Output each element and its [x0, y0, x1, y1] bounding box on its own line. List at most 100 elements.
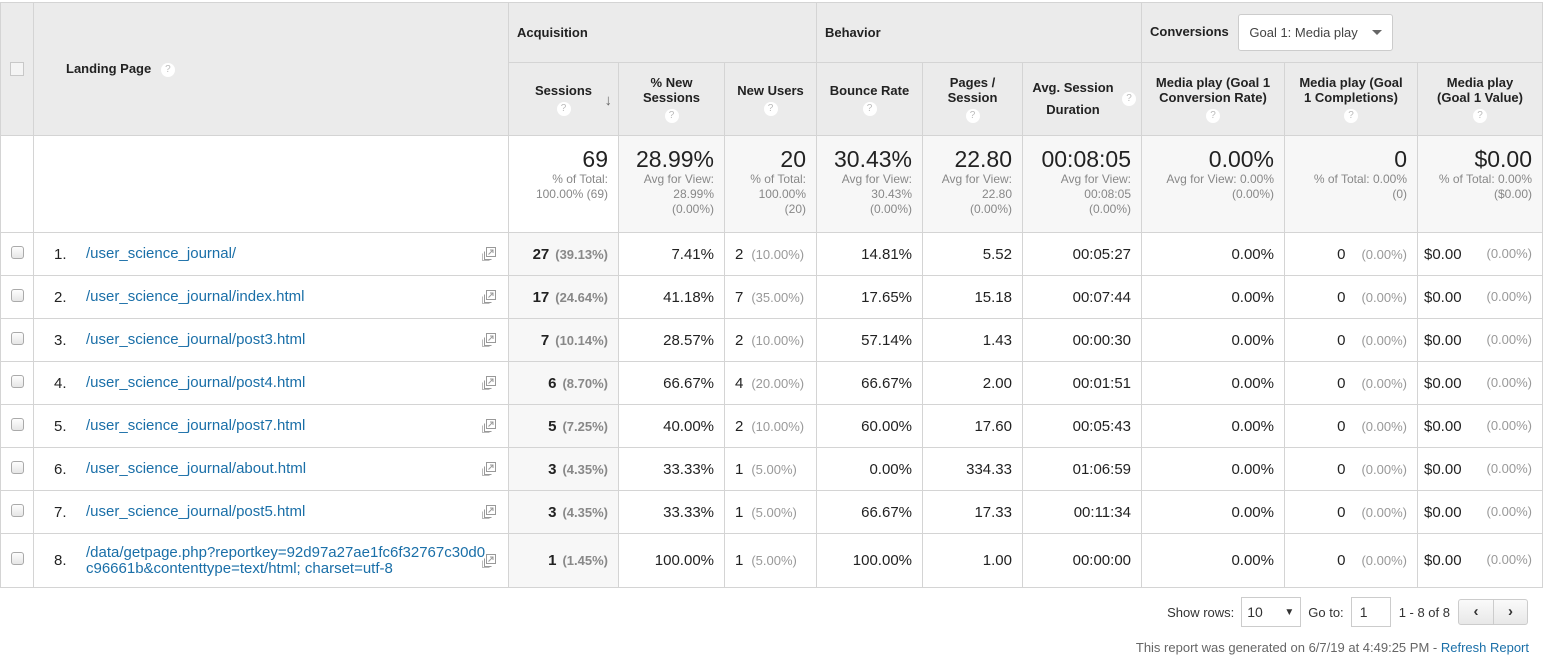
row-index: 4. — [54, 374, 67, 392]
new-users-value: 4 — [735, 374, 744, 392]
landing-page-link[interactable]: /user_science_journal/post5.html — [86, 504, 305, 520]
total-sub: Avg for View: 30.43% (0.00%) — [841, 172, 912, 216]
new-users-cell: 4 (20.00%) — [724, 361, 817, 405]
col-pct-new-sessions[interactable]: % New Sessions? — [618, 62, 725, 136]
help-icon[interactable]: ? — [1473, 109, 1487, 123]
col-sessions[interactable]: Sessions? ↓ — [508, 62, 619, 136]
col-new-users[interactable]: New Users? — [724, 62, 817, 136]
totals-label-cell — [33, 135, 509, 233]
row-select-cell[interactable] — [0, 318, 34, 362]
help-icon[interactable]: ? — [556, 101, 571, 116]
landing-page-link[interactable]: /user_science_journal/index.html — [86, 289, 304, 305]
sessions-pct: (1.45%) — [562, 553, 608, 568]
new-users-value: 2 — [735, 331, 744, 349]
help-icon[interactable]: ? — [862, 101, 877, 116]
new-users-pct: (10.00%) — [751, 418, 805, 434]
open-external-icon[interactable] — [482, 376, 496, 390]
landing-page-link[interactable]: /user_science_journal/post4.html — [86, 375, 305, 391]
pages-session-cell: 1.00 — [922, 533, 1023, 588]
row-checkbox[interactable] — [10, 288, 24, 302]
total-sessions: 69% of Total: 100.00% (69) — [508, 135, 619, 233]
pages-session-cell: 2.00 — [922, 361, 1023, 405]
total-sub: % of Total: 0.00% ($0.00) — [1438, 172, 1533, 201]
row-checkbox[interactable] — [10, 417, 24, 431]
completions-pct: (0.00%) — [1361, 553, 1407, 568]
help-icon[interactable]: ? — [965, 109, 980, 123]
total-value: 28.99% — [635, 146, 714, 172]
open-external-icon[interactable] — [482, 462, 496, 476]
landing-page-link[interactable]: /user_science_journal/about.html — [86, 461, 306, 477]
row-index: 1. — [54, 245, 67, 263]
help-icon[interactable]: ? — [1122, 91, 1136, 106]
goal-select-dropdown[interactable]: Goal 1: Media play — [1238, 14, 1393, 51]
help-icon[interactable]: ? — [1206, 109, 1220, 123]
landing-page-link[interactable]: /user_science_journal/post7.html — [86, 418, 305, 434]
prev-page-button[interactable]: ‹ — [1459, 600, 1493, 624]
col-value[interactable]: Media play (Goal 1 Value)? — [1416, 62, 1544, 136]
new-users-value: 2 — [735, 245, 744, 263]
row-select-cell[interactable] — [0, 232, 34, 276]
landing-page-link[interactable]: /data/getpage.php?reportkey=92d97a27ae1f… — [86, 544, 486, 577]
select-all-checkbox[interactable] — [10, 62, 24, 76]
avg-session-duration-cell: 00:00:30 — [1022, 318, 1142, 362]
goto-input[interactable]: 1 — [1350, 597, 1391, 627]
row-checkbox[interactable] — [10, 245, 24, 259]
row-select-cell[interactable] — [0, 404, 34, 448]
row-checkbox[interactable] — [10, 374, 24, 388]
show-rows-select[interactable]: 10 ▼ — [1241, 597, 1302, 627]
help-icon[interactable]: ? — [160, 62, 175, 77]
row-select-cell[interactable] — [0, 275, 34, 319]
row-checkbox[interactable] — [10, 503, 24, 517]
help-icon[interactable]: ? — [664, 109, 679, 123]
row-select-cell[interactable] — [0, 490, 34, 534]
row-select-cell[interactable] — [0, 447, 34, 491]
col-pages-session-label: Pages / Session — [947, 75, 998, 105]
pages-session-cell: 5.52 — [922, 232, 1023, 276]
help-icon[interactable]: ? — [763, 101, 778, 116]
row-checkbox[interactable] — [10, 552, 24, 565]
open-external-icon[interactable] — [482, 333, 496, 347]
value-pct: (0.00%) — [1486, 552, 1533, 567]
landing-page-header[interactable]: Landing Page ? — [33, 2, 509, 136]
col-conversion-rate[interactable]: Media play (Goal 1 Conversion Rate)? — [1141, 62, 1285, 136]
completions-pct: (0.00%) — [1361, 504, 1407, 520]
bounce-rate-cell: 100.00% — [816, 533, 923, 588]
new-users-pct: (10.00%) — [751, 332, 805, 348]
landing-page-link[interactable]: /user_science_journal/ — [86, 246, 236, 262]
row-select-cell[interactable] — [0, 361, 34, 405]
open-external-icon[interactable] — [482, 247, 496, 261]
select-all-cell[interactable] — [0, 2, 34, 136]
col-avg-session-duration[interactable]: Avg. Session Duration? — [1022, 62, 1142, 136]
col-pages-session[interactable]: Pages / Session? — [922, 62, 1023, 136]
rows-body: 1./user_science_journal/ 27 (39.13%) 7.41… — [0, 232, 1544, 588]
table-row: 5. /user_science_journal/post7.html 5 (7.2… — [0, 404, 1544, 448]
row-index: 8. — [54, 552, 67, 569]
open-external-icon[interactable] — [482, 419, 496, 433]
row-checkbox[interactable] — [10, 460, 24, 474]
sessions-pct: (8.70%) — [562, 375, 608, 391]
refresh-report-link[interactable]: Refresh Report — [1441, 640, 1529, 655]
help-icon[interactable]: ? — [1344, 109, 1358, 123]
new-users-pct: (5.00%) — [751, 553, 797, 568]
landing-page-link[interactable]: /user_science_journal/post3.html — [86, 332, 305, 348]
table-row: 8. /data/getpage.php?reportkey=92d97a27ae… — [0, 533, 1544, 588]
col-bounce-rate[interactable]: Bounce Rate? — [816, 62, 923, 136]
goal-select-value: Goal 1: Media play — [1249, 25, 1358, 40]
next-page-button[interactable]: › — [1493, 600, 1527, 624]
table-row: 1. /user_science_journal/ 27 (39.13%) 7.41… — [0, 232, 1544, 276]
sessions-value: 5 — [548, 417, 557, 435]
open-external-icon[interactable] — [482, 505, 496, 519]
total-value: 00:08:05 — [1041, 146, 1131, 172]
sessions-pct: (4.35%) — [562, 504, 608, 520]
sort-descending-icon[interactable]: ↓ — [605, 93, 613, 108]
value-value: $0.00 — [1424, 331, 1462, 349]
row-checkbox[interactable] — [10, 331, 24, 345]
row-select-cell[interactable] — [0, 533, 34, 588]
open-external-icon[interactable] — [482, 553, 496, 568]
open-external-icon[interactable] — [482, 290, 496, 304]
col-completions[interactable]: Media play (Goal 1 Completions)? — [1284, 62, 1418, 136]
landing-page-cell: 3. /user_science_journal/post3.html — [33, 318, 509, 362]
bounce-rate-cell: 14.81% — [816, 232, 923, 276]
avg-session-duration-cell: 00:05:27 — [1022, 232, 1142, 276]
sessions-cell: 3 (4.35%) — [508, 490, 619, 534]
